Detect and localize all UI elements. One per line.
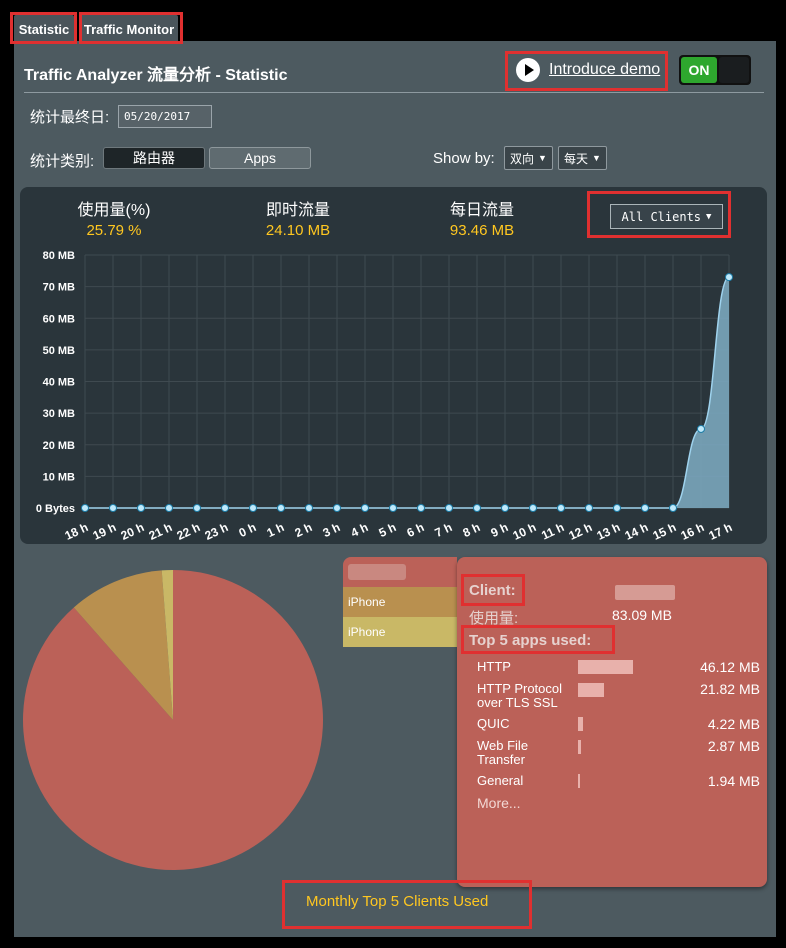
y-tick-label: 60 MB [43, 313, 75, 325]
app-usage-bar [578, 683, 604, 697]
y-tick-label: 10 MB [43, 471, 75, 483]
data-point[interactable] [109, 504, 117, 512]
data-point[interactable] [613, 504, 621, 512]
app-name: Web File Transfer [477, 738, 529, 767]
app-usage-value: 2.87 MB [707, 738, 760, 754]
data-point[interactable] [137, 504, 145, 512]
app-name: HTTP [477, 659, 511, 674]
data-point[interactable] [361, 504, 369, 512]
data-point[interactable] [557, 504, 565, 512]
blurred-client-id [615, 585, 675, 600]
data-point[interactable] [501, 504, 509, 512]
highlight-box [282, 880, 532, 929]
more-link[interactable]: More... [477, 795, 521, 811]
x-tick-label: 22 h [175, 520, 203, 543]
x-tick-label: 2 h [293, 520, 315, 540]
data-point[interactable] [277, 504, 285, 512]
app-usage-value: 21.82 MB [700, 681, 760, 697]
data-point[interactable] [697, 424, 705, 433]
blurred-client-name [348, 564, 406, 580]
y-tick-label: 30 MB [43, 408, 75, 420]
y-tick-label: 40 MB [43, 377, 75, 389]
data-point[interactable] [585, 504, 593, 512]
x-tick-label: 19 h [91, 520, 119, 543]
traffic-area [85, 277, 729, 508]
client-usage-value: 83.09 MB [612, 607, 672, 623]
x-tick-label: 4 h [349, 520, 371, 540]
traffic-line-chart: 0 Bytes 10 MB 20 MB 30 MB 40 MB 50 MB 60 MB 70 … [36, 250, 735, 543]
x-tick-label: 9 h [489, 520, 511, 540]
app-name: QUIC [477, 716, 510, 731]
app-usage-bar [578, 717, 583, 731]
x-tick-label: 5 h [377, 520, 399, 540]
x-tick-label: 1 h [265, 520, 287, 540]
app-usage-bar [578, 774, 581, 788]
app-usage-bar [578, 660, 633, 674]
y-tick-label: 80 MB [43, 250, 75, 262]
data-point[interactable] [669, 504, 677, 512]
app-usage-value: 46.12 MB [700, 659, 760, 675]
app-name: HTTP Protocol over TLS SSL [477, 681, 563, 710]
x-tick-label: 3 h [321, 520, 343, 540]
data-point[interactable] [221, 504, 229, 512]
data-point[interactable] [445, 504, 453, 512]
x-tick-label: 11 h [539, 520, 566, 543]
data-point[interactable] [249, 504, 257, 512]
y-tick-label: 0 Bytes [36, 503, 75, 515]
legend-item-label: iPhone [348, 625, 386, 639]
y-tick-label: 70 MB [43, 282, 75, 294]
legend-item-client-2[interactable]: iPhone [343, 587, 457, 617]
app-name: General [477, 773, 524, 788]
x-tick-label: 20 h [119, 520, 147, 543]
highlight-box [587, 191, 731, 238]
x-tick-label: 14 h [623, 520, 651, 543]
y-tick-label: 20 MB [43, 440, 75, 452]
highlight-box [461, 574, 525, 606]
app-usage-value: 1.94 MB [707, 773, 760, 789]
data-point[interactable] [333, 504, 341, 512]
x-tick-label: 6 h [405, 520, 427, 540]
highlight-box [10, 12, 77, 44]
traffic-line [85, 276, 730, 509]
x-tick-label: 10 h [511, 520, 539, 543]
x-tick-label: 0 h [237, 520, 259, 540]
x-tick-label: 8 h [461, 520, 483, 540]
highlight-box [79, 12, 183, 44]
x-tick-label: 7 h [433, 520, 455, 540]
data-point[interactable] [417, 504, 425, 512]
data-point[interactable] [81, 504, 89, 512]
y-tick-label: 50 MB [43, 345, 75, 357]
legend-item-label: iPhone [348, 595, 386, 609]
app-usage-bar [578, 740, 582, 754]
data-point[interactable] [473, 504, 481, 512]
x-tick-label: 16 h [679, 520, 707, 543]
data-point[interactable] [529, 504, 537, 512]
data-point[interactable] [725, 273, 733, 282]
highlight-box [505, 51, 668, 91]
highlight-box [461, 625, 615, 654]
legend-item-client-3[interactable]: iPhone [343, 617, 457, 647]
data-point[interactable] [193, 504, 201, 512]
x-tick-label: 15 h [651, 520, 679, 543]
app-usage-value: 4.22 MB [707, 716, 760, 732]
data-point[interactable] [305, 504, 313, 512]
x-tick-label: 21 h [147, 520, 175, 543]
data-point[interactable] [389, 504, 397, 512]
x-tick-label: 12 h [567, 520, 595, 543]
data-point[interactable] [165, 504, 173, 512]
x-tick-label: 18 h [63, 520, 91, 543]
x-tick-label: 13 h [595, 520, 623, 543]
data-point[interactable] [641, 504, 649, 512]
x-tick-label: 23 h [203, 520, 231, 543]
x-tick-label: 17 h [707, 520, 735, 543]
